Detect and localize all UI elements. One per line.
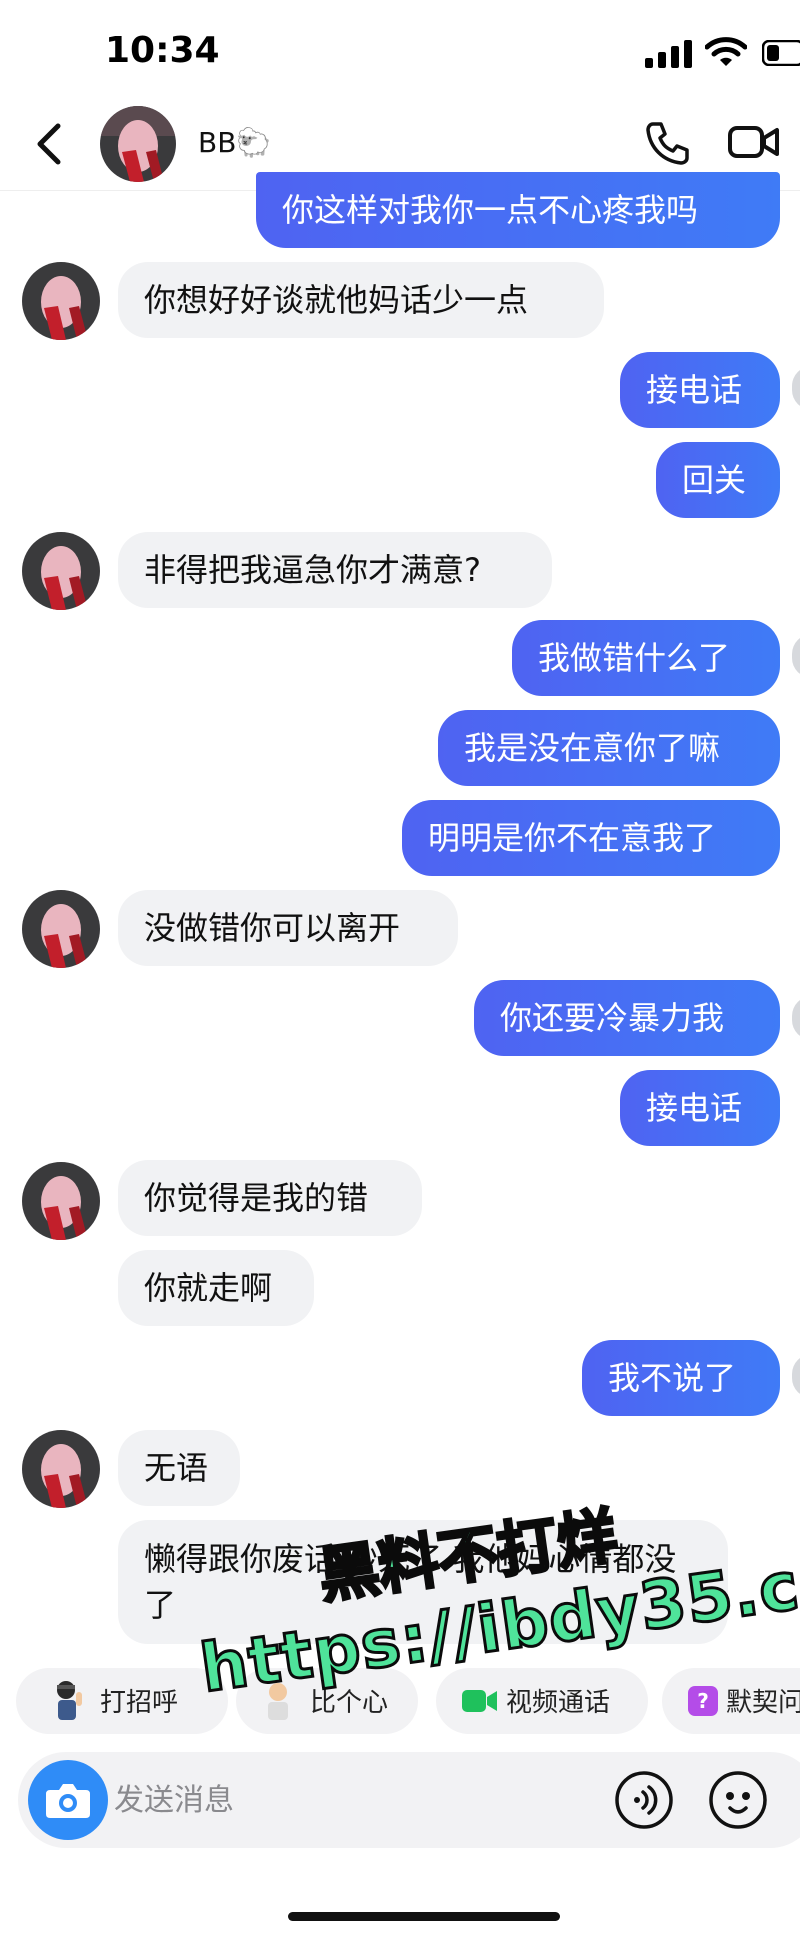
contact-avatar-small[interactable] xyxy=(22,1430,100,1508)
quick-reply-video[interactable]: 视频通话 xyxy=(436,1668,648,1734)
message-bubble-incoming[interactable]: 没做错你可以离开 xyxy=(118,890,458,966)
message-bubble-incoming[interactable]: 无语 xyxy=(118,1430,240,1506)
message-input-bar xyxy=(18,1752,800,1848)
read-receipt-avatar xyxy=(792,1354,800,1398)
question-box-icon: ? xyxy=(688,1686,718,1716)
quick-reply-label: 默契问 xyxy=(726,1688,800,1718)
message-bubble-outgoing[interactable]: 你这样对我你一点不心疼我吗 xyxy=(256,172,780,248)
quick-reply-label: 视频通话 xyxy=(506,1688,611,1718)
message-bubble-outgoing[interactable]: 你还要冷暴力我 xyxy=(474,980,780,1056)
message-bubble-outgoing[interactable]: 接电话 xyxy=(620,352,780,428)
avatar-image xyxy=(22,1162,100,1240)
message-bubble-incoming[interactable]: 你就走啊 xyxy=(118,1250,314,1326)
contact-avatar-small[interactable] xyxy=(22,1162,100,1240)
camera-button[interactable] xyxy=(28,1760,108,1840)
read-receipt-avatar xyxy=(792,634,800,678)
message-bubble-incoming[interactable]: 非得把我逼急你才满意? xyxy=(118,532,552,608)
camera-icon xyxy=(46,1784,90,1818)
message-bubble-outgoing[interactable]: 我是没在意你了嘛 xyxy=(438,710,780,786)
message-bubble-outgoing[interactable]: 回关 xyxy=(656,442,780,518)
message-bubble-outgoing[interactable]: 接电话 xyxy=(620,1070,780,1146)
read-receipt-avatar xyxy=(792,996,800,1040)
message-bubble-outgoing[interactable]: 我做错什么了 xyxy=(512,620,780,696)
quick-reply-label: 比个心 xyxy=(310,1688,389,1718)
quick-reply-quiz[interactable]: ? 默契问 xyxy=(662,1668,800,1734)
heart-hand-icon xyxy=(268,1683,288,1720)
message-bubble-outgoing[interactable]: 明明是你不在意我了 xyxy=(402,800,780,876)
contact-avatar-small[interactable] xyxy=(22,262,100,340)
avatar-image xyxy=(22,262,100,340)
message-bubble-incoming[interactable]: 你想好好谈就他妈话少一点 xyxy=(118,262,604,338)
avatar-image xyxy=(22,532,100,610)
message-bubble-incoming[interactable]: 懒得跟你废话 吵死了 我他妈心情都没了 xyxy=(118,1520,728,1644)
message-bubble-outgoing[interactable]: 我不说了 xyxy=(582,1340,780,1416)
quick-reply-heart[interactable]: 比个心 xyxy=(236,1668,418,1734)
video-camera-icon xyxy=(462,1690,497,1712)
home-indicator[interactable] xyxy=(288,1912,560,1921)
avatar-image xyxy=(22,890,100,968)
read-receipt-avatar xyxy=(792,366,800,410)
voice-message-icon[interactable] xyxy=(614,1770,674,1830)
avatar-image xyxy=(22,1430,100,1508)
svg-text:?: ? xyxy=(697,1689,709,1713)
quick-reply-label: 打招呼 xyxy=(100,1688,179,1718)
message-bubble-incoming[interactable]: 你觉得是我的错 xyxy=(118,1160,422,1236)
contact-avatar-small[interactable] xyxy=(22,532,100,610)
quick-reply-wave[interactable]: 打招呼 xyxy=(16,1668,228,1734)
contact-avatar-small[interactable] xyxy=(22,890,100,968)
wave-person-icon xyxy=(57,1681,82,1720)
message-input[interactable] xyxy=(112,1774,496,1826)
emoji-icon[interactable] xyxy=(708,1770,768,1830)
message-thread: 你这样对我你一点不心疼我吗 你想好好谈就他妈话少一点 接电话 回关 非得把我逼急… xyxy=(0,0,800,1939)
